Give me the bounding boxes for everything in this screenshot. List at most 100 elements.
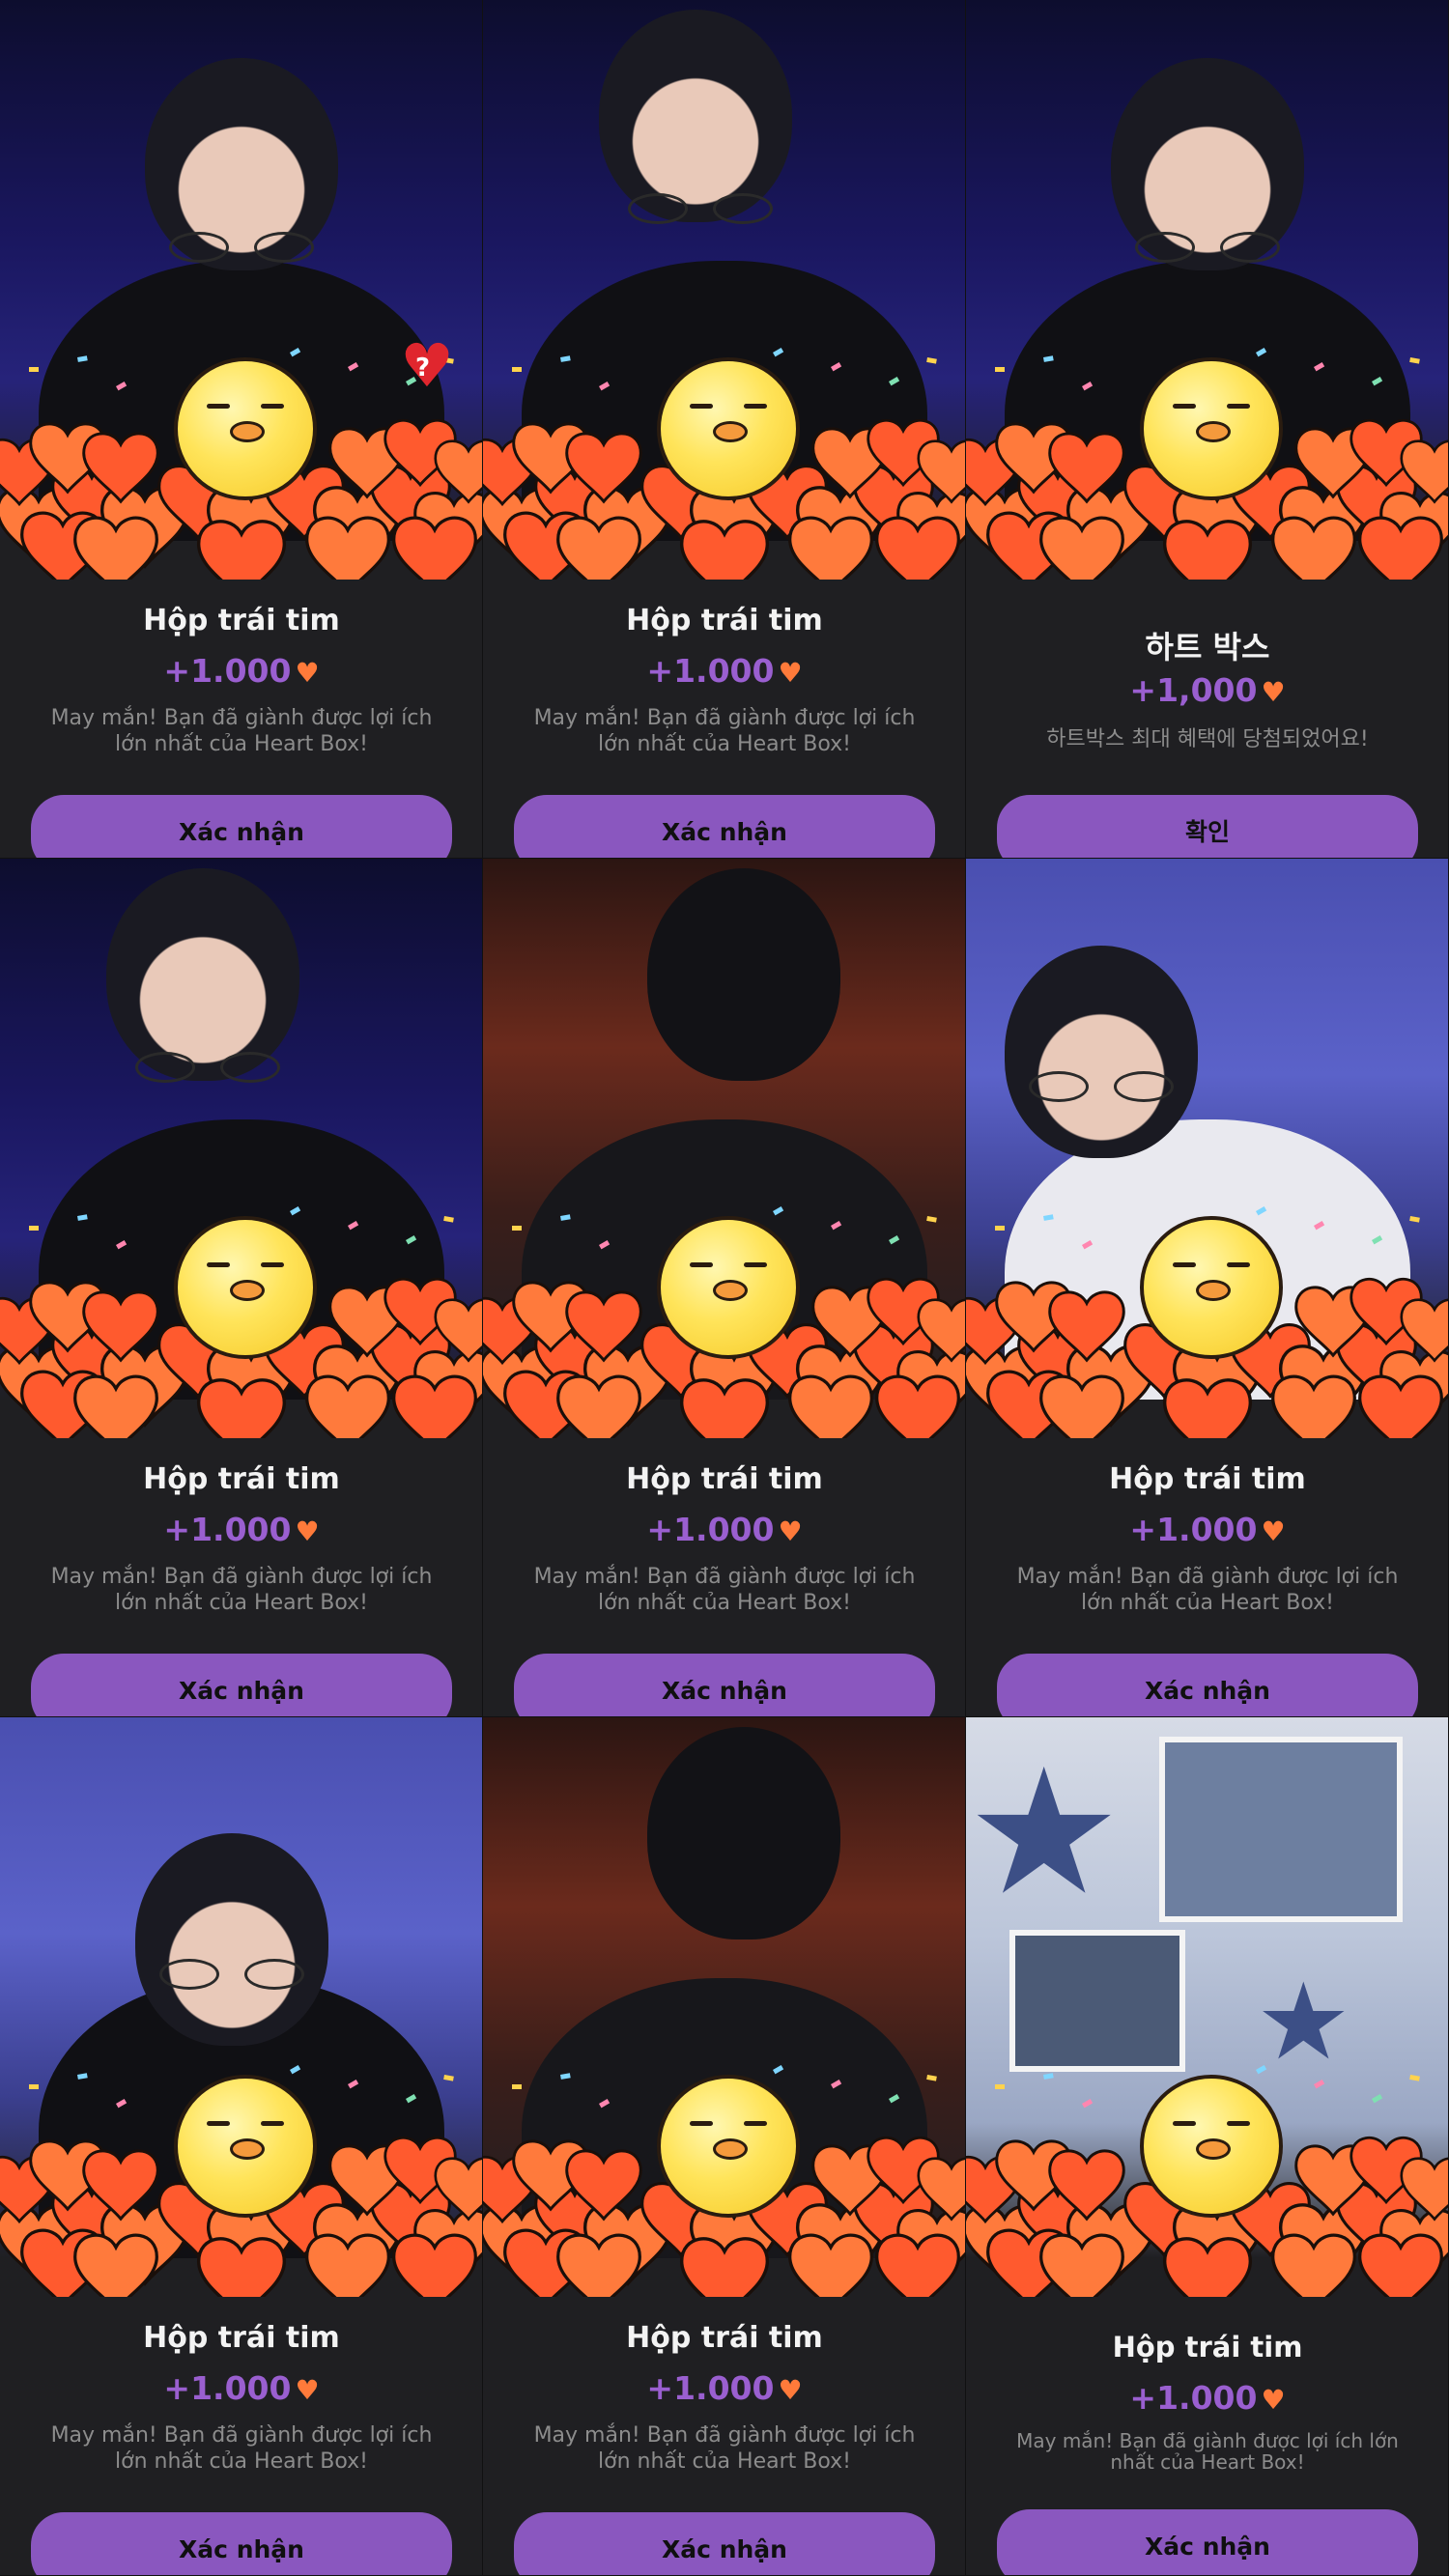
reward-message: May mắn! Bạn đã giành được lợi ích lớn n… <box>50 2423 433 2474</box>
confetti-icon <box>77 1214 88 1221</box>
player-head <box>135 1833 328 2046</box>
reward-message: May mắn! Bạn đã giành được lợi ích lớn n… <box>533 2423 916 2474</box>
reward-message: May mắn! Bạn đã giành được lợi ích lớn n… <box>533 706 916 756</box>
pile-heart-icon <box>392 2233 477 2297</box>
pile-heart-icon <box>556 2233 641 2297</box>
amount-value: +1.000 <box>1129 2379 1258 2417</box>
confetti-icon <box>1043 2073 1054 2080</box>
confetti-icon <box>926 1216 937 1223</box>
glasses-icon <box>169 232 314 263</box>
chick-mascot-icon <box>174 1216 317 1359</box>
reward-message: May mắn! Bạn đã giành được lợi ích lớn n… <box>50 706 433 756</box>
pile-heart-icon <box>875 1374 960 1438</box>
amount-value: +1.000 <box>646 2369 775 2407</box>
confetti-icon <box>773 2065 784 2075</box>
confetti-icon <box>1372 2094 1383 2104</box>
card-title: 하트 박스 <box>1145 629 1270 665</box>
confirm-button[interactable]: Xác nhận <box>514 2512 935 2575</box>
confetti-icon <box>512 2084 522 2089</box>
confirm-button[interactable]: Xác nhận <box>31 1654 452 1716</box>
star-icon: ★ <box>966 1732 1122 1934</box>
confetti-icon <box>1082 1240 1094 1250</box>
confetti-icon <box>29 2084 39 2089</box>
heart-box-card: Hộp trái tim +1.000 ♥ May mắn! Bạn đã già… <box>483 1717 966 2576</box>
collage-photo <box>1159 1737 1403 1922</box>
confetti-icon <box>831 2080 842 2089</box>
amount-value: +1.000 <box>163 652 292 690</box>
pile-heart-icon <box>1358 516 1443 580</box>
confetti-icon <box>889 2094 900 2104</box>
amount-value: +1.000 <box>646 652 775 690</box>
confetti-icon <box>348 361 359 372</box>
confetti-icon <box>599 2099 611 2109</box>
heart-box-card: Hộp trái tim +1.000 ♥ May mắn! Bạn đã già… <box>483 859 966 1717</box>
chick-mascot-icon <box>1140 2075 1283 2218</box>
confirm-button[interactable]: 확인 <box>997 795 1418 858</box>
amount-value: +1.000 <box>163 2369 292 2407</box>
confetti-icon <box>1043 355 1054 362</box>
player-head <box>1005 946 1198 1158</box>
glasses-icon <box>1029 1071 1174 1102</box>
pile-heart-icon <box>305 516 390 580</box>
confetti-icon <box>290 1206 301 1216</box>
confetti-icon <box>599 1240 611 1250</box>
confirm-button[interactable]: Xác nhận <box>514 1654 935 1716</box>
pile-heart-icon <box>1039 516 1124 580</box>
confetti-icon <box>831 361 842 372</box>
confetti-icon <box>995 2084 1005 2089</box>
heart-icon: ♥ <box>778 2374 803 2406</box>
player-head <box>599 10 792 222</box>
confetti-icon <box>1043 1214 1054 1221</box>
confetti-icon <box>443 2075 454 2081</box>
player-head <box>647 868 840 1081</box>
heart-box-card: Hộp trái tim +1.000 ♥ May mắn! Bạn đã già… <box>483 0 966 859</box>
pile-heart-icon <box>1271 516 1356 580</box>
confetti-icon <box>512 367 522 372</box>
confetti-icon <box>512 1226 522 1231</box>
heart-icon: ♥ <box>295 2374 320 2406</box>
confirm-button[interactable]: Xác nhận <box>997 2509 1418 2575</box>
confetti-icon <box>1372 377 1383 386</box>
pile-heart-icon <box>1039 1374 1124 1438</box>
heart-icon: ♥ <box>1261 2384 1286 2416</box>
pile-heart-icon <box>305 1374 390 1438</box>
card-title: Hộp trái tim <box>143 604 340 637</box>
chick-mascot-icon <box>657 1216 800 1359</box>
amount-value: +1.000 <box>646 1511 775 1548</box>
card-title: Hộp trái tim <box>626 2321 823 2355</box>
pile-heart-icon <box>788 2233 873 2297</box>
confetti-icon <box>599 381 611 391</box>
pile-heart-icon <box>1358 1374 1443 1438</box>
confirm-button[interactable]: Xác nhận <box>31 795 452 858</box>
collage-photo <box>1009 1930 1185 2072</box>
heart-icon: ♥ <box>778 657 803 689</box>
player-head <box>106 868 299 1081</box>
confirm-button[interactable]: Xác nhận <box>997 1654 1418 1716</box>
confetti-icon <box>1409 1216 1420 1223</box>
pile-heart-icon <box>392 1374 477 1438</box>
heart-box-card: Hộp trái tim +1.000 ♥ May mắn! Bạn đã già… <box>966 859 1449 1717</box>
heart-icon: ♥ <box>1261 1515 1286 1547</box>
card-title: Hộp trái tim <box>1109 1462 1306 1496</box>
confirm-button[interactable]: Xác nhận <box>31 2512 452 2575</box>
reward-message: May mắn! Bạn đã giành được lợi ích lớn n… <box>50 1565 433 1615</box>
badge-label: ? <box>415 354 431 382</box>
pile-heart-icon <box>1039 2233 1124 2297</box>
amount-value: +1.000 <box>1129 1511 1258 1548</box>
reward-amount: +1.000 ♥ <box>483 652 965 690</box>
heart-box-card: ♥? Hộp trái tim +1.000 ♥ May mắn! Bạn đã … <box>0 0 483 859</box>
confetti-icon <box>115 2099 128 2109</box>
confirm-button[interactable]: Xác nhận <box>514 795 935 858</box>
reward-amount: +1.000 ♥ <box>966 2379 1448 2417</box>
glasses-icon <box>1135 232 1280 263</box>
confetti-icon <box>1409 357 1420 364</box>
confetti-icon <box>1314 361 1325 372</box>
pile-heart-icon <box>73 2233 158 2297</box>
glasses-icon <box>628 193 773 224</box>
confetti-icon <box>1082 381 1094 391</box>
reward-amount: +1.000 ♥ <box>0 652 482 690</box>
heart-box-card: 하트 박스 +1,000 ♥ 하트박스 최대 혜택에 당첨되었어요! 확인 <box>966 0 1449 859</box>
star-icon: ★ <box>1256 1960 1351 2083</box>
confetti-icon <box>406 2094 417 2104</box>
glasses-icon <box>159 1959 304 1990</box>
